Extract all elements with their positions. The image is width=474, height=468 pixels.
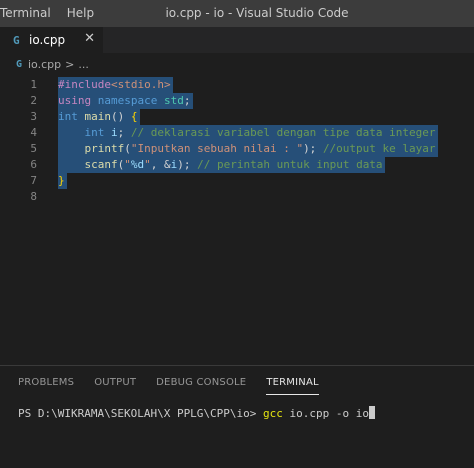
code-line[interactable]: 5 printf("Inputkan sebuah nilai : "); //… <box>0 141 474 157</box>
code-line[interactable]: 6 scanf("%d", &i); // perintah untuk inp… <box>0 157 474 173</box>
code-token: // perintah untuk input data <box>197 158 383 171</box>
breadcrumb-file[interactable]: io.cpp <box>28 58 61 71</box>
code-line[interactable]: 2 using namespace std; <box>0 93 474 109</box>
code-token: " <box>124 158 131 171</box>
code-token: int <box>84 126 105 139</box>
line-number: 1 <box>30 78 37 91</box>
code-token: printf <box>84 142 125 155</box>
code-token: %d <box>130 158 145 171</box>
code-token: ; <box>117 126 131 139</box>
line-number: 7 <box>30 174 37 187</box>
bottom-panel: PROBLEMS OUTPUT DEBUG CONSOLE TERMINAL P… <box>0 366 474 468</box>
window-title: io.cpp - io - Visual Studio Code <box>165 6 349 20</box>
code-token: , & <box>150 158 171 171</box>
tab-debug-console[interactable]: DEBUG CONSOLE <box>156 376 246 395</box>
line-number: 3 <box>30 110 37 123</box>
code-token: ); <box>303 142 323 155</box>
editor-tab-bar: G io.cpp ✕ <box>0 27 474 53</box>
code-token: using <box>58 94 92 107</box>
tab-io-cpp[interactable]: G io.cpp ✕ <box>0 27 103 53</box>
tab-label: io.cpp <box>29 33 66 47</box>
code-token: <stdio.h> <box>110 78 171 91</box>
terminal-args: io.cpp -o io <box>282 407 370 420</box>
code-text: printf("Inputkan sebuah nilai : "); //ou… <box>58 141 436 157</box>
close-icon[interactable]: ✕ <box>84 31 95 46</box>
code-token: int <box>58 110 78 123</box>
cpp-file-icon: G <box>16 58 23 70</box>
code-line[interactable]: 7} <box>0 173 474 189</box>
code-text: int i; // deklarasi variabel dengan tipe… <box>58 125 436 141</box>
line-number: 2 <box>30 94 37 107</box>
title-bar: Terminal Help io.cpp - io - Visual Studi… <box>0 0 474 27</box>
code-token: std <box>163 94 184 107</box>
code-text: using namespace std; <box>58 93 190 109</box>
terminal-prompt: PS D:\WIKRAMA\SEKOLAH\X PPLG\CPP\io> <box>18 407 264 420</box>
panel-tabs: PROBLEMS OUTPUT DEBUG CONSOLE TERMINAL <box>18 376 339 395</box>
code-token: main <box>84 110 112 123</box>
code-token: ( <box>124 142 131 155</box>
code-token: i <box>111 126 118 139</box>
cpp-file-icon: G <box>13 33 20 47</box>
breadcrumb: G io.cpp > ... <box>0 53 474 75</box>
code-token: "Inputkan sebuah nilai : " <box>130 142 304 155</box>
code-text: int main() { <box>58 109 138 125</box>
code-text: scanf("%d", &i); // perintah untuk input… <box>58 157 383 173</box>
code-token: } <box>58 174 65 187</box>
code-token: ); <box>177 158 198 171</box>
code-token: () <box>111 110 131 123</box>
code-token: #include <box>58 78 111 91</box>
breadcrumb-more[interactable]: ... <box>78 58 89 71</box>
code-token: scanf <box>84 158 118 171</box>
terminal-line[interactable]: PS D:\WIKRAMA\SEKOLAH\X PPLG\CPP\io> gcc… <box>18 406 376 420</box>
code-line[interactable]: 3 int main() { <box>0 109 474 125</box>
code-line[interactable]: 4 int i; // deklarasi variabel dengan ti… <box>0 125 474 141</box>
code-token: // deklarasi variabel dengan tipe data i… <box>130 126 436 139</box>
terminal-command: gcc <box>263 407 283 420</box>
code-token: //output ke layar <box>322 142 436 155</box>
line-number: 5 <box>30 142 37 155</box>
code-text: #include<stdio.h> <box>58 77 171 93</box>
terminal-cursor <box>369 406 376 419</box>
code-line[interactable]: 1 #include<stdio.h> <box>0 77 474 93</box>
code-token: { <box>130 110 138 123</box>
code-editor[interactable]: 1 #include<stdio.h> 2 using namespace std; 3… <box>0 75 474 365</box>
line-number: 8 <box>30 190 37 203</box>
code-token: " <box>144 158 151 171</box>
code-text: } <box>58 173 65 189</box>
tab-output[interactable]: OUTPUT <box>94 376 136 395</box>
tab-terminal[interactable]: TERMINAL <box>266 376 319 395</box>
code-line[interactable]: 8 <box>0 189 474 205</box>
line-number: 6 <box>30 158 37 171</box>
tab-problems[interactable]: PROBLEMS <box>18 376 74 395</box>
chevron-right-icon: > <box>65 57 75 71</box>
line-number: 4 <box>30 126 37 139</box>
code-token: ; <box>183 94 191 107</box>
code-token: namespace <box>97 94 158 107</box>
